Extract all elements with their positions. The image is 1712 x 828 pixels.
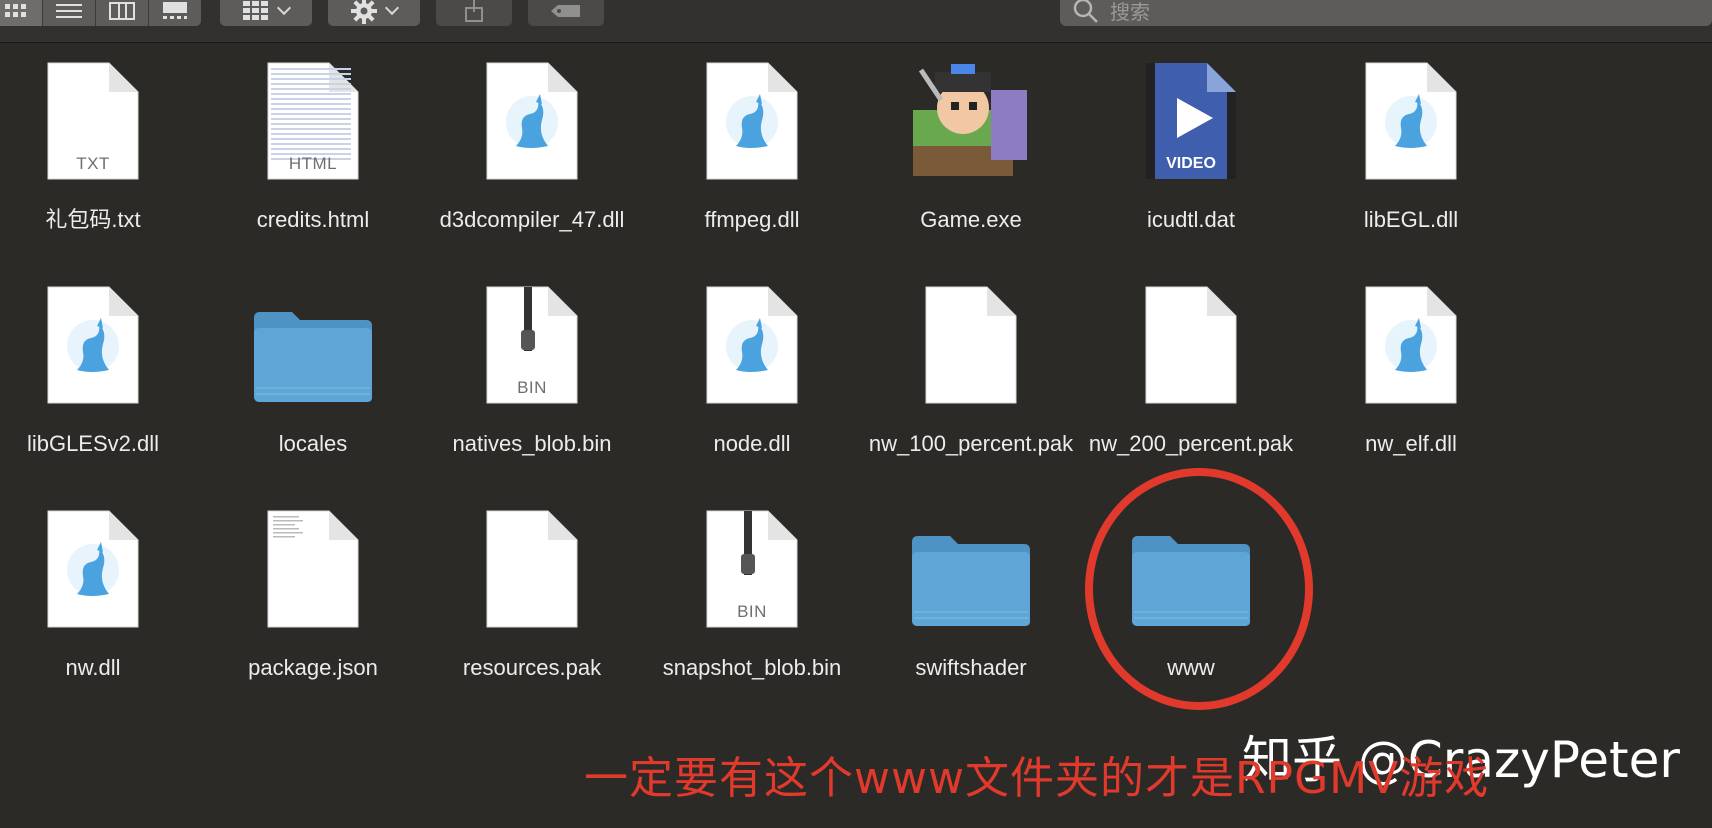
- columns-icon: [109, 2, 135, 20]
- dll-file-icon: [1341, 274, 1481, 404]
- json-document-icon: [243, 498, 383, 628]
- dll-file-icon: [23, 274, 163, 404]
- dll-file-icon: [682, 274, 822, 404]
- search-field[interactable]: 搜索: [1060, 0, 1712, 26]
- chevron-down-icon: [384, 0, 400, 16]
- file-name-label: snapshot_blob.bin: [662, 655, 842, 680]
- blank-document-icon: [462, 498, 602, 628]
- file-name-label: d3dcompiler_47.dll: [439, 207, 625, 232]
- file-item[interactable]: d3dcompiler_47.dll: [427, 50, 637, 270]
- folder-icon: [243, 274, 383, 404]
- list-icon: [56, 4, 82, 18]
- file-item[interactable]: package.json: [208, 498, 418, 718]
- file-name-label: natives_blob.bin: [452, 431, 612, 456]
- gallery-view-button[interactable]: [149, 0, 201, 26]
- dll-file-icon: [1341, 50, 1481, 180]
- annotation-caption: 一定要有这个www文件夹的才是RPGMV游戏: [584, 753, 1490, 804]
- share-icon: [465, 0, 483, 22]
- file-item[interactable]: Game.exe: [866, 50, 1076, 270]
- dll-file-icon: [682, 50, 822, 180]
- gallery-icon: [163, 2, 187, 19]
- dll-file-icon: [23, 498, 163, 628]
- file-name-label: nw_100_percent.pak: [868, 431, 1074, 456]
- text-document-icon: TXT: [23, 50, 163, 180]
- file-item[interactable]: libEGL.dll: [1306, 50, 1516, 270]
- file-name-label: Game.exe: [920, 207, 1022, 232]
- file-item[interactable]: VIDEO icudtl.dat: [1086, 50, 1296, 270]
- binary-file-icon: BIN: [462, 274, 602, 404]
- file-item[interactable]: nw_100_percent.pak: [866, 274, 1076, 494]
- file-name-label: libGLESv2.dll: [26, 431, 160, 456]
- file-item[interactable]: ffmpeg.dll: [647, 50, 857, 270]
- file-name-label: package.json: [248, 655, 378, 680]
- finder-toolbar: 搜索: [0, 0, 1712, 43]
- file-name-label: locales: [278, 431, 348, 456]
- column-view-button[interactable]: [96, 0, 149, 26]
- file-item[interactable]: HTML credits.html: [208, 50, 418, 270]
- file-item[interactable]: locales: [208, 274, 418, 494]
- icon-view-button[interactable]: [0, 0, 43, 26]
- file-item[interactable]: BIN natives_blob.bin: [427, 274, 637, 494]
- view-mode-segmented-control: [0, 0, 201, 26]
- video-file-icon: VIDEO: [1121, 50, 1261, 180]
- blank-document-icon: [901, 274, 1041, 404]
- file-name-label: nw_200_percent.pak: [1088, 431, 1294, 456]
- file-item[interactable]: TXT 礼包码.txt: [0, 50, 198, 270]
- chevron-down-icon: [276, 0, 292, 16]
- group-grid-icon: [243, 1, 268, 20]
- group-by-button[interactable]: [220, 0, 312, 26]
- html-document-icon: HTML: [243, 50, 383, 180]
- file-name-label: credits.html: [256, 207, 370, 232]
- file-name-label: ffmpeg.dll: [704, 207, 800, 232]
- file-name-label: 礼包码.txt: [45, 207, 141, 232]
- share-button[interactable]: [436, 0, 512, 26]
- file-item[interactable]: nw_200_percent.pak: [1086, 274, 1296, 494]
- file-name-label: nw.dll: [65, 655, 121, 680]
- binary-file-icon: BIN: [682, 498, 822, 628]
- file-item[interactable]: BIN snapshot_blob.bin: [647, 498, 857, 718]
- file-item[interactable]: node.dll: [647, 274, 857, 494]
- svg-text:VIDEO: VIDEO: [1166, 155, 1216, 172]
- file-name-label: libEGL.dll: [1363, 207, 1459, 232]
- list-view-button[interactable]: [43, 0, 96, 26]
- search-icon: [1073, 0, 1098, 23]
- tags-button[interactable]: [528, 0, 604, 26]
- dll-file-icon: [462, 50, 602, 180]
- action-menu-button[interactable]: [328, 0, 420, 26]
- highlight-circle: [1085, 468, 1313, 710]
- file-name-label: resources.pak: [462, 655, 602, 680]
- file-item[interactable]: libGLESv2.dll: [0, 274, 198, 494]
- file-item[interactable]: swiftshader: [866, 498, 1076, 718]
- file-name-label: icudtl.dat: [1146, 207, 1236, 232]
- file-item[interactable]: nw.dll: [0, 498, 198, 718]
- file-item[interactable]: nw_elf.dll: [1306, 274, 1516, 494]
- game-app-icon: [901, 50, 1041, 180]
- tag-icon: [551, 5, 580, 17]
- grid-icon: [5, 4, 26, 17]
- search-placeholder: 搜索: [1110, 1, 1150, 24]
- folder-icon: [901, 498, 1041, 628]
- file-name-label: node.dll: [713, 431, 791, 456]
- blank-document-icon: [1121, 274, 1261, 404]
- file-item[interactable]: resources.pak: [427, 498, 637, 718]
- gear-icon: [351, 0, 377, 24]
- file-name-label: nw_elf.dll: [1365, 431, 1457, 456]
- file-name-label: swiftshader: [915, 655, 1027, 680]
